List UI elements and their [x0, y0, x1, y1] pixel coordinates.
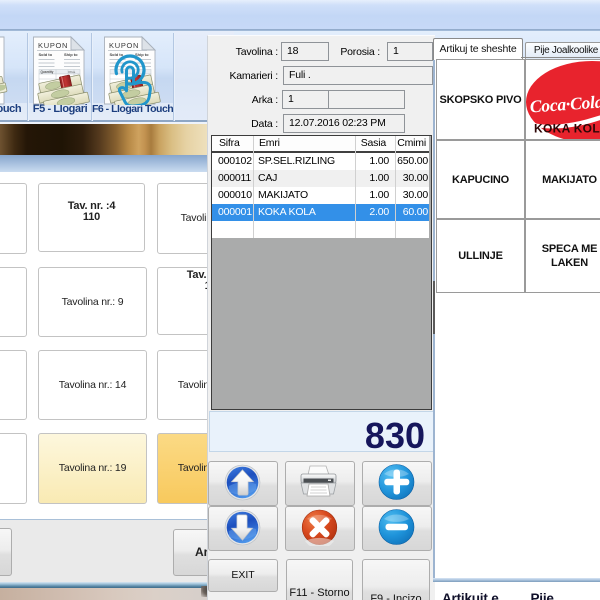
svg-text:Sold to: Sold to — [39, 52, 53, 57]
svg-text:Ship to: Ship to — [64, 52, 78, 57]
svg-text:KUPON: KUPON — [109, 41, 139, 50]
svg-text:KOKA KOLA: KOKA KOLA — [534, 122, 600, 136]
svg-text:Price: Price — [69, 70, 76, 74]
svg-text:Quantity: Quantity — [41, 70, 54, 74]
svg-text:Sold to: Sold to — [110, 52, 124, 57]
svg-text:KUPON: KUPON — [38, 41, 68, 50]
